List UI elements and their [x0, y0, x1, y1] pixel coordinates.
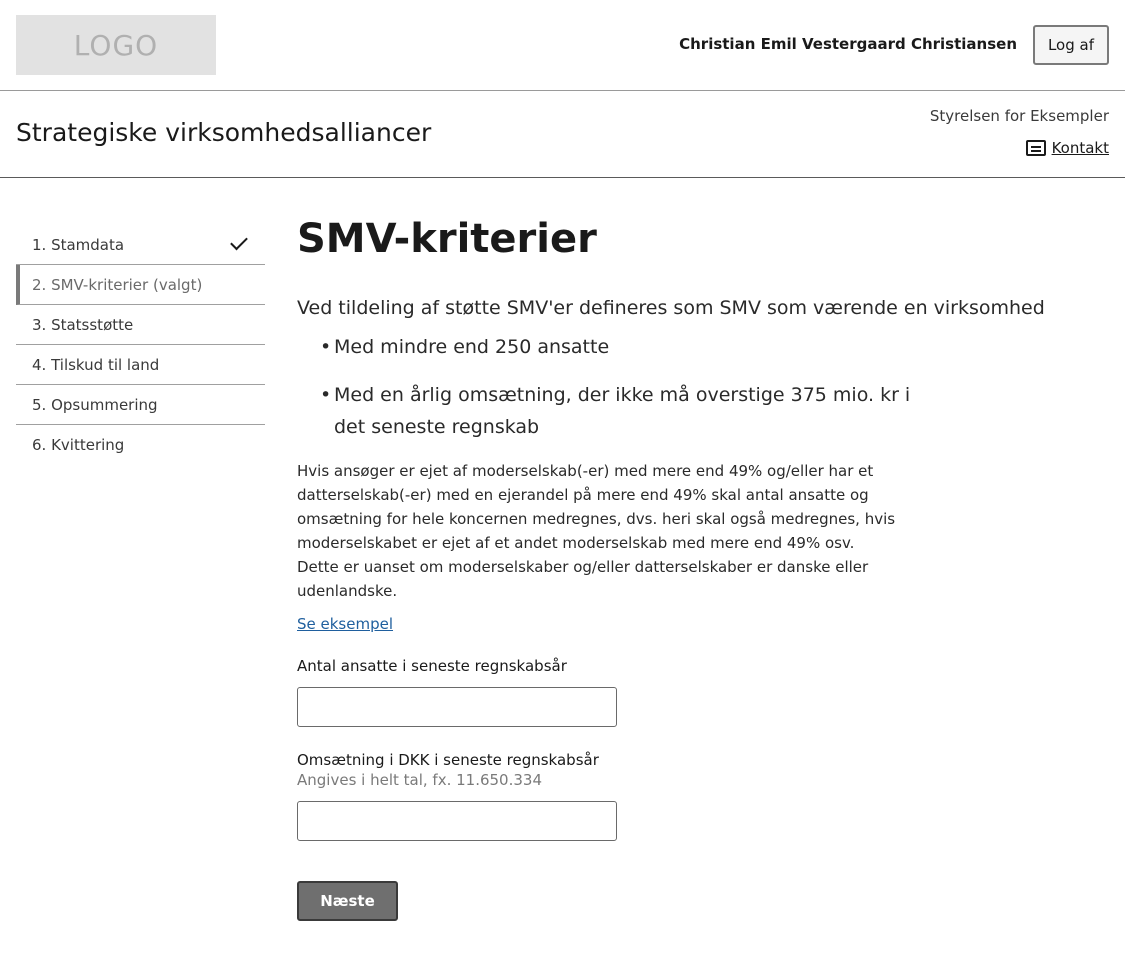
revenue-label: Omsætning i DKK i seneste regnskabsår — [297, 751, 599, 769]
top-header: LOGO Christian Emil Vestergaard Christia… — [0, 0, 1125, 91]
authority-name: Styrelsen for Eksempler — [929, 107, 1109, 125]
see-example-link[interactable]: Se eksempel — [297, 615, 393, 633]
step-tilskud-til-land[interactable]: 4. Tilskud til land — [16, 345, 265, 385]
step-stamdata[interactable]: 1. Stamdata — [16, 225, 265, 265]
step-label: 1. Stamdata — [32, 235, 125, 254]
checkmark-icon — [230, 232, 248, 251]
criteria-item: Med mindre end 250 ansatte — [297, 331, 937, 363]
next-button[interactable]: Næste — [297, 881, 398, 921]
description: Hvis ansøger er ejet af moderselskab(-er… — [297, 459, 937, 603]
description-paragraph: Hvis ansøger er ejet af moderselskab(-er… — [297, 462, 896, 552]
contact-label[interactable]: Kontakt — [1052, 139, 1109, 157]
step-label: 4. Tilskud til land — [32, 355, 160, 374]
step-label: 3. Statsstøtte — [32, 315, 134, 334]
step-opsummering[interactable]: 5. Opsummering — [16, 385, 265, 425]
step-kvittering[interactable]: 6. Kvittering — [16, 425, 265, 465]
step-statsstotte[interactable]: 3. Statsstøtte — [16, 305, 265, 345]
sub-header: Strategiske virksomhedsalliancer Styrels… — [0, 91, 1125, 178]
logo: LOGO — [16, 15, 216, 75]
contact-card-icon — [1025, 140, 1046, 156]
description-paragraph: Dette er uanset om moderselskaber og/ell… — [297, 558, 869, 600]
criteria-item: Med en årlig omsætning, der ikke må over… — [297, 379, 937, 443]
step-label: 5. Opsummering — [32, 395, 158, 414]
logout-button[interactable]: Log af — [1033, 25, 1109, 65]
employees-input[interactable] — [297, 687, 617, 727]
step-navigation: 1. Stamdata 2. SMV-kriterier (valgt) 3. … — [16, 225, 265, 465]
revenue-input[interactable] — [297, 801, 617, 841]
step-smv-kriterier[interactable]: 2. SMV-kriterier (valgt) — [16, 265, 265, 305]
site-title: Strategiske virksomhedsalliancer — [16, 118, 432, 147]
revenue-hint: Angives i helt tal, fx. 11.650.334 — [297, 771, 542, 789]
main-content: SMV-kriterier Ved tildeling af støtte SM… — [297, 214, 1045, 921]
page-title: SMV-kriterier — [297, 216, 597, 262]
step-label: 2. SMV-kriterier (valgt) — [32, 275, 203, 294]
intro-text: Ved tildeling af støtte SMV'er defineres… — [297, 297, 1045, 319]
criteria-list: Med mindre end 250 ansatte Med en årlig … — [297, 331, 997, 443]
step-label: 6. Kvittering — [32, 436, 125, 454]
employees-label: Antal ansatte i seneste regnskabsår — [297, 657, 567, 675]
user-name: Christian Emil Vestergaard Christiansen — [679, 35, 1017, 53]
contact-link[interactable]: Kontakt — [1025, 139, 1109, 157]
